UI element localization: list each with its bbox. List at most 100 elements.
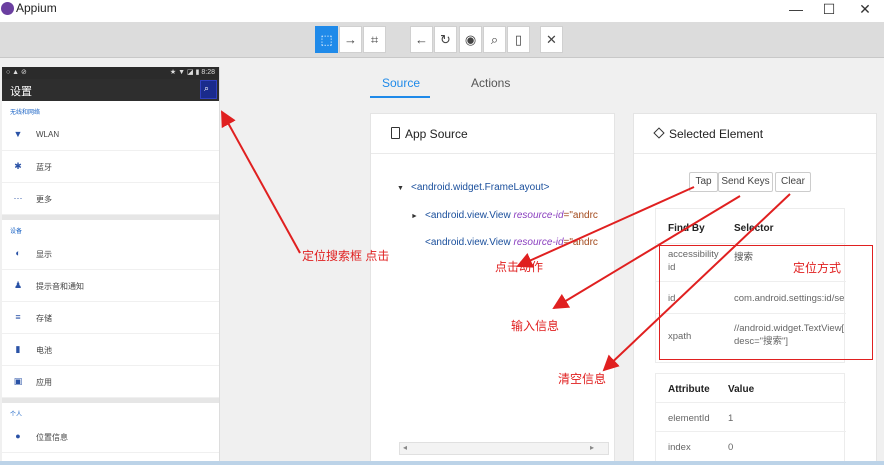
search-button[interactable]: ⌕ <box>483 26 506 53</box>
eye-button[interactable]: ◉ <box>459 26 482 53</box>
selected-element-header: Selected Element <box>634 114 876 154</box>
section-header: 个人 <box>10 412 23 418</box>
tree-node-value: ="andrc <box>563 210 598 221</box>
tap-coordinates-icon: ⌗ <box>370 32 379 47</box>
tag-icon <box>653 127 665 139</box>
settings-item-label: 蓝牙 <box>36 163 52 172</box>
tap-button[interactable]: Tap <box>689 172 718 192</box>
annotation-clear-info: 清空信息 <box>558 372 607 386</box>
tab-source[interactable]: Source <box>382 76 420 90</box>
back-button[interactable]: ← <box>410 26 433 53</box>
settings-item-label: 应用 <box>36 378 52 387</box>
settings-item-label: 存储 <box>36 314 52 323</box>
appium-window: Appium — ☐ ✕ ⬚ → ⌗ ← ↻ ◉ ⌕ ▯ ✕ ○ ▲ ⊘ ★ ▼ ◪ ▮ 8:2… <box>0 0 884 465</box>
window-bottom-bar <box>0 461 884 465</box>
close-window-button[interactable]: ✕ <box>850 0 880 22</box>
settings-item-label: 电池 <box>36 346 52 355</box>
tree-toggle-icon[interactable]: ► <box>411 213 425 220</box>
refresh-button[interactable]: ↻ <box>434 26 457 53</box>
maximize-button[interactable]: ☐ <box>814 0 844 22</box>
settings-item[interactable]: ▣ 应用 <box>2 366 219 398</box>
tap-coordinates-button[interactable]: ⌗ <box>363 26 386 53</box>
settings-item[interactable]: ✱ 蓝牙 <box>2 151 219 183</box>
app-source-title: App Source <box>405 127 468 141</box>
tree-node-value: ="andrc <box>563 237 598 248</box>
settings-item[interactable]: ▼ WLAN <box>2 119 219 151</box>
close-button[interactable]: ✕ <box>540 26 563 53</box>
settings-item[interactable]: ≡ 存储 <box>2 302 219 334</box>
tab-actions[interactable]: Actions <box>471 76 510 90</box>
settings-item[interactable]: ◐ 显示 <box>2 238 219 270</box>
section-header: 无线和网络 <box>10 110 41 116</box>
divider <box>656 431 846 432</box>
section-header: 设备 <box>10 229 23 235</box>
settings-item-icon: ♟ <box>13 280 23 290</box>
clear-button[interactable]: Clear <box>775 172 811 192</box>
value-header: Value <box>728 384 755 395</box>
refresh-icon: ↻ <box>440 32 451 47</box>
selected-element-title: Selected Element <box>669 127 764 141</box>
settings-item-label: WLAN <box>36 130 60 139</box>
settings-item-label: 提示音和通知 <box>36 282 84 291</box>
settings-item-icon: ▣ <box>13 376 23 386</box>
title-bar: Appium — ☐ ✕ <box>0 0 884 22</box>
swipe-icon: → <box>344 32 357 47</box>
divider <box>656 243 846 244</box>
select-elements-icon: ⬚ <box>320 32 333 47</box>
settings-item[interactable]: ··· 更多 <box>2 183 219 215</box>
app-source-panel: App Source ▼ <android.widget.FrameLayout>… <box>370 113 615 465</box>
settings-item-icon: ≡ <box>15 312 21 322</box>
settings-item-label: 位置信息 <box>36 433 68 442</box>
settings-item[interactable]: ● 位置信息 <box>2 421 219 453</box>
settings-item-icon: ✱ <box>14 161 22 171</box>
settings-item-label: 更多 <box>36 195 52 204</box>
scroll-right-icon[interactable]: ▸ <box>590 443 594 452</box>
tree-node[interactable]: ► <android.view.View resource-id="andrc <box>411 210 598 221</box>
select-elements-button[interactable]: ⬚ <box>315 26 338 53</box>
horizontal-scrollbar[interactable]: ◂ ▸ <box>399 442 609 455</box>
minimize-button[interactable]: — <box>781 0 811 22</box>
element-actions: Tap Send Keys Clear <box>689 172 819 194</box>
tree-node[interactable]: ▼ <android.widget.FrameLayout> <box>397 182 549 193</box>
search-icon: ⌕ <box>204 83 210 93</box>
close-icon: ✕ <box>546 32 557 47</box>
tree-node-tag: <android.view.View <box>425 210 514 221</box>
window-title: Appium <box>16 1 57 15</box>
attr-name-elementid: elementId <box>668 413 710 424</box>
settings-item-icon: ● <box>15 431 21 441</box>
status-right-icons: ★ ▼ ◪ ▮ 8:28 <box>169 69 215 76</box>
device-search-button[interactable]: ⌕ <box>200 80 217 99</box>
swipe-button[interactable]: → <box>339 26 362 53</box>
file-icon <box>391 127 400 139</box>
settings-title: 设置 <box>10 86 32 98</box>
copy-button[interactable]: ▯ <box>507 26 530 53</box>
tree-node[interactable]: <android.view.View resource-id="andrc <box>411 237 598 248</box>
active-tab-underline <box>370 96 430 98</box>
device-status-bar: ○ ▲ ⊘ ★ ▼ ◪ ▮ 8:28 <box>2 67 219 79</box>
attribute-table: Attribute Value elementId 1 index 0 <box>655 373 846 465</box>
appium-logo-icon <box>1 2 14 15</box>
device-screenshot[interactable]: ○ ▲ ⊘ ★ ▼ ◪ ▮ 8:28 设置 ⌕ 无线和网络 ▼ WLAN ✱ 蓝牙 ···… <box>2 67 220 465</box>
settings-item-label: 显示 <box>36 250 52 259</box>
annotation-locate-method: 定位方式 <box>793 261 842 275</box>
selector-header: Selector <box>734 223 774 234</box>
send-keys-button[interactable]: Send Keys <box>718 172 773 192</box>
settings-item[interactable]: ♟ 提示音和通知 <box>2 270 219 302</box>
tree-toggle-icon[interactable]: ▼ <box>397 185 411 192</box>
divider <box>656 402 846 403</box>
scroll-left-icon[interactable]: ◂ <box>403 443 407 452</box>
settings-item[interactable]: ▮ 电池 <box>2 334 219 366</box>
attr-value-elementid: 1 <box>728 413 734 424</box>
copy-icon: ▯ <box>514 32 523 47</box>
settings-item-icon: ◐ <box>15 248 21 258</box>
tree-node-attr: resource-id <box>513 237 564 248</box>
inspector-toolbar: ⬚ → ⌗ ← ↻ ◉ ⌕ ▯ ✕ <box>0 22 884 58</box>
settings-item-icon: ··· <box>13 193 23 203</box>
back-icon: ← <box>415 32 428 47</box>
search-icon: ⌕ <box>490 32 499 47</box>
app-source-header: App Source <box>371 114 614 154</box>
settings-item-icon: ▮ <box>15 344 21 354</box>
arrow-to-search-button <box>221 110 301 254</box>
attribute-header: Attribute <box>668 384 710 395</box>
settings-list: 无线和网络 ▼ WLAN ✱ 蓝牙 ··· 更多设备 ◐ 显示 ♟ 提示音和通知 ≡ 存储 ▮ 电池 ▣ 应用个… <box>2 101 219 453</box>
